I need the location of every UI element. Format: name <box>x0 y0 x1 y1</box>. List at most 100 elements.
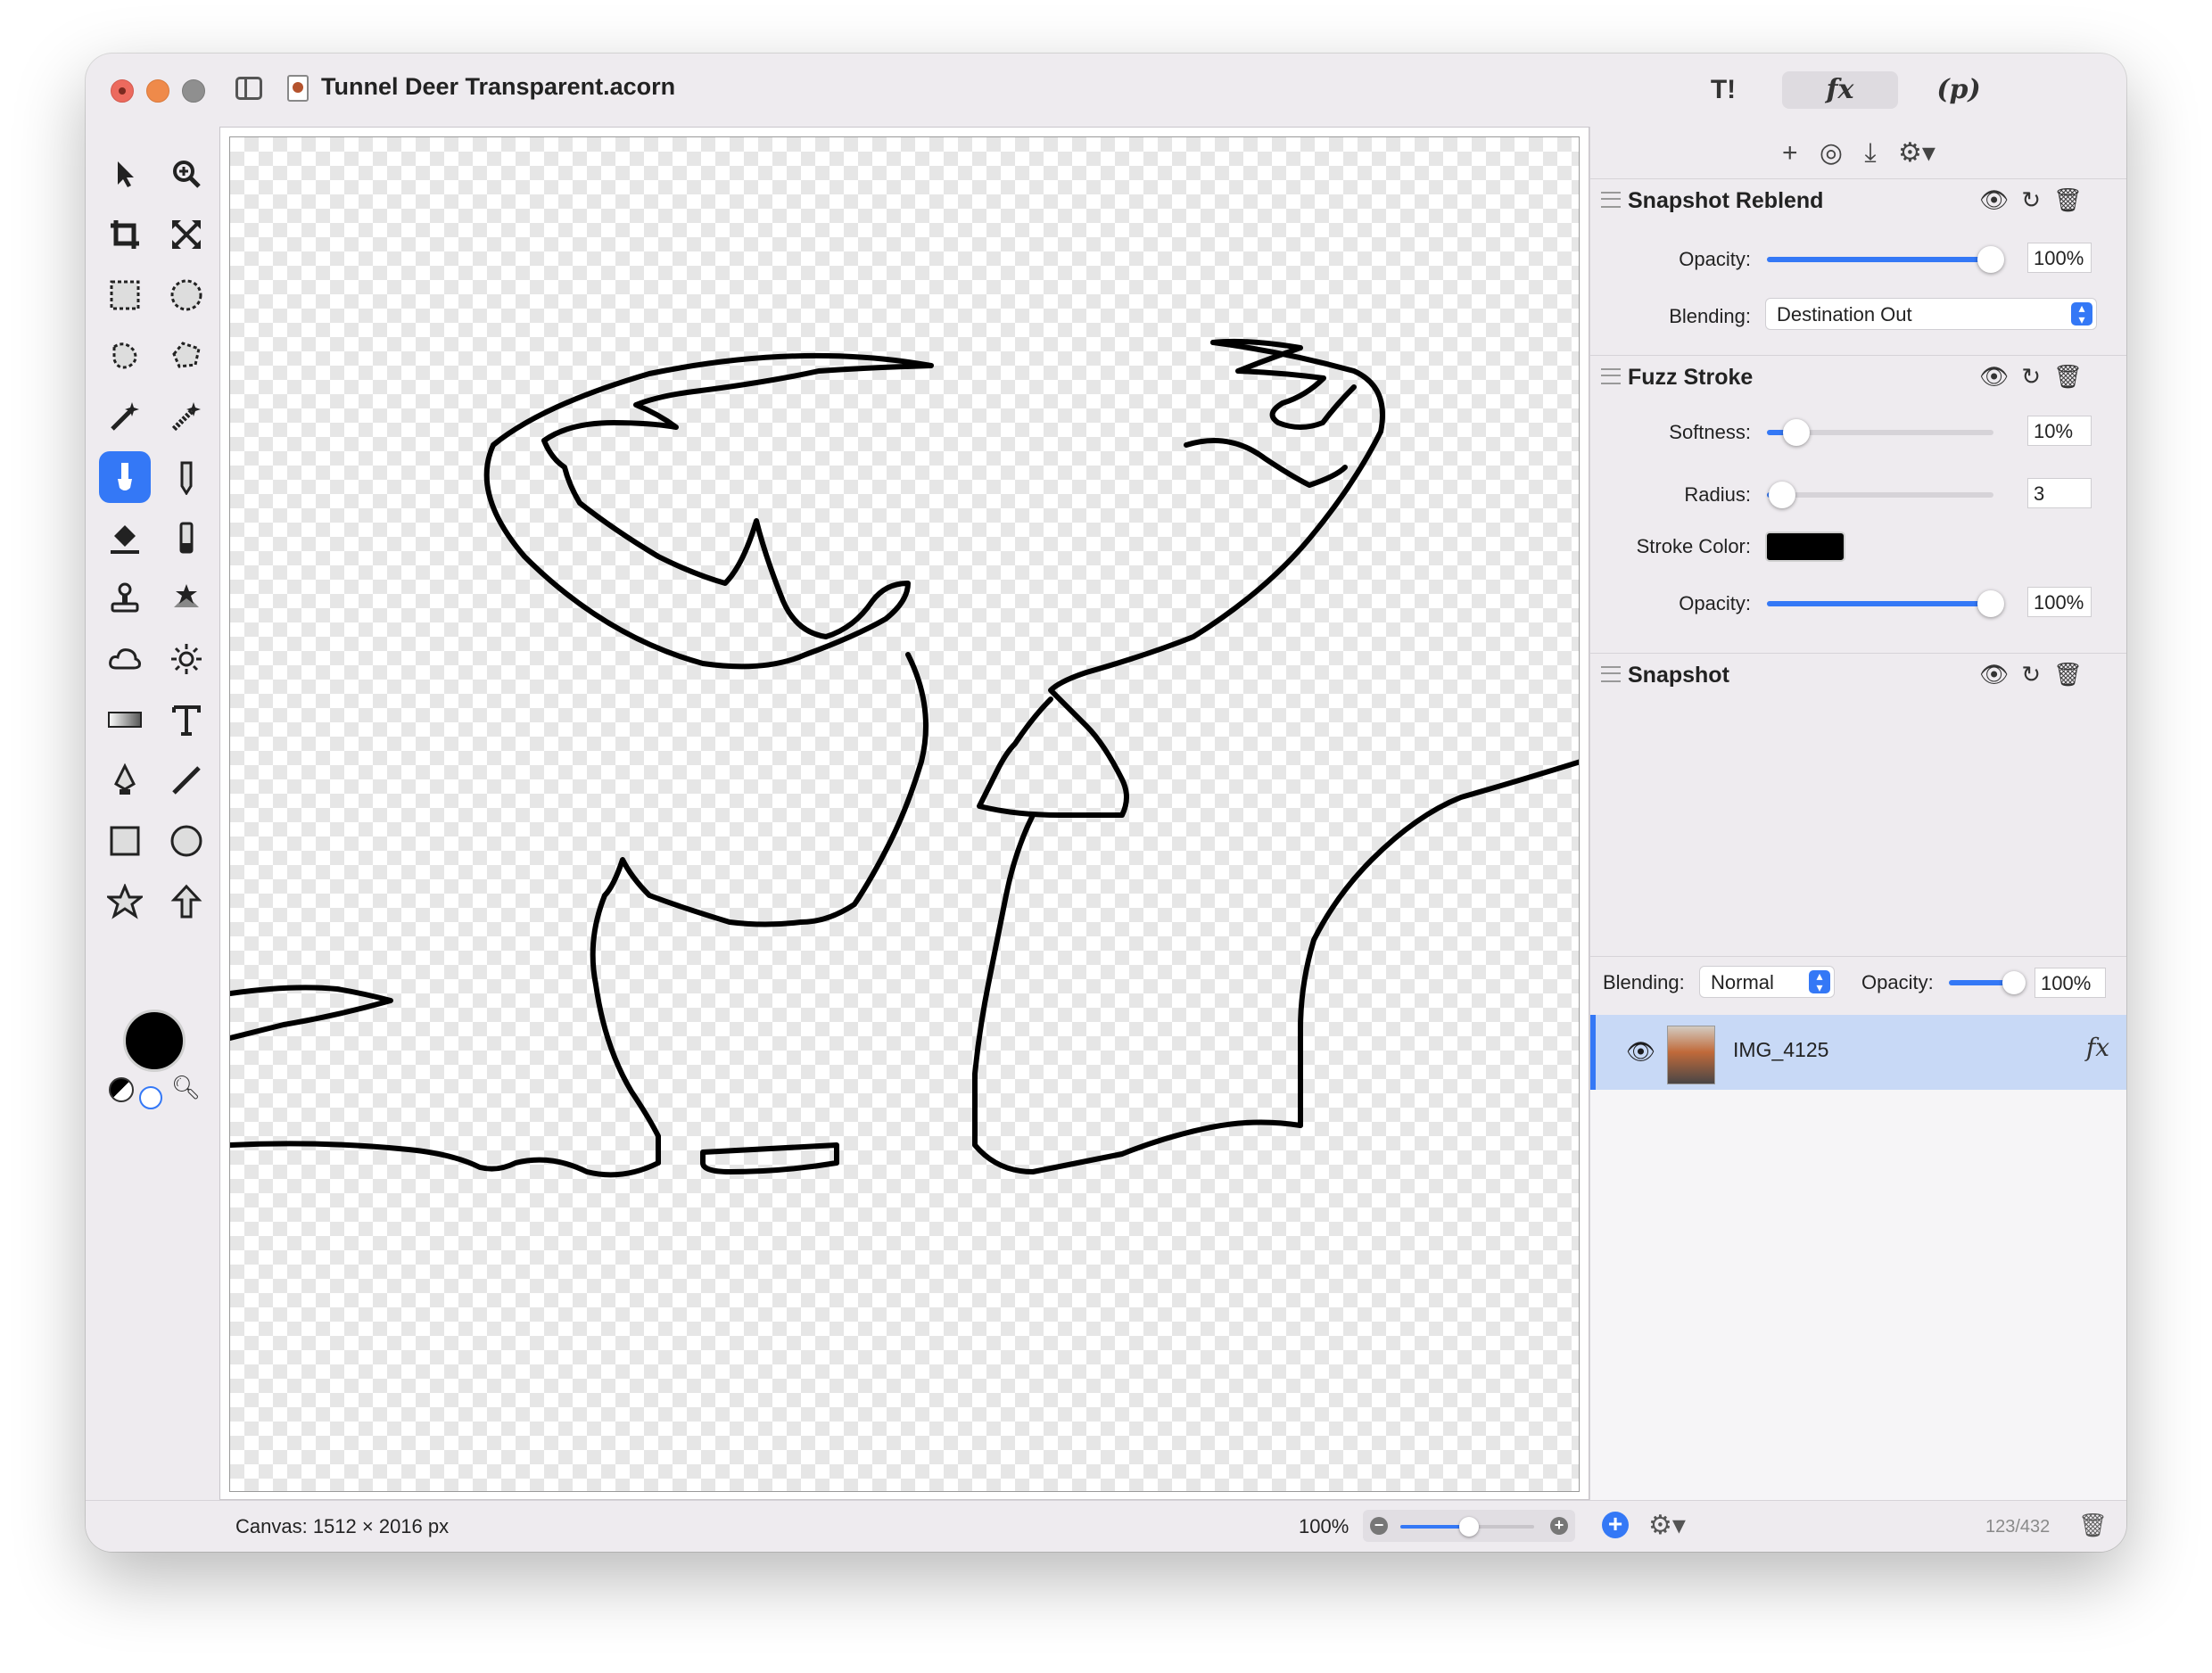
oval-shape-button[interactable] <box>161 815 212 867</box>
radius-slider[interactable] <box>1767 482 1993 508</box>
softness-slider[interactable] <box>1767 419 1993 446</box>
opacity-label: Opacity: <box>1679 592 1751 614</box>
line-tool-button[interactable] <box>161 754 212 806</box>
window-title: Tunnel Deer Transparent.acorn <box>321 73 676 100</box>
background-color-well[interactable] <box>139 1086 162 1109</box>
trash-icon[interactable]: 🗑︎ <box>2053 186 2083 213</box>
layer-blending-select[interactable]: Normal ▴ ▾ <box>1699 966 1835 998</box>
magnifier-icon[interactable]: 🔍︎ <box>171 1074 201 1101</box>
softness-field[interactable]: 10% <box>2027 416 2092 446</box>
swap-colors-icon[interactable] <box>109 1077 134 1102</box>
arrow-shape-button[interactable] <box>161 876 212 927</box>
instant-alpha-button[interactable] <box>161 391 212 442</box>
delete-layer-icon[interactable]: 🗑︎ <box>2078 1512 2108 1539</box>
softness-slider-knob[interactable] <box>1783 419 1810 446</box>
image-canvas[interactable] <box>229 136 1580 1492</box>
text-tool-button[interactable] <box>161 694 212 746</box>
stroke-opacity-field[interactable]: 100% <box>2027 587 2092 617</box>
filters-tab[interactable]: fx <box>1782 71 1898 109</box>
arrow-tool-button[interactable] <box>99 148 151 200</box>
layer-opacity-slider-knob[interactable] <box>2002 971 2026 994</box>
layer-list <box>1590 1090 2126 1500</box>
rect-select-button[interactable] <box>99 269 151 321</box>
zoom-tool-icon <box>173 161 201 188</box>
trash-icon[interactable]: 🗑︎ <box>2053 363 2083 390</box>
pencil-tool-button[interactable] <box>161 451 212 503</box>
ellipse-select-icon <box>170 279 202 311</box>
radius-slider-knob[interactable] <box>1769 482 1795 508</box>
drag-handle-icon[interactable] <box>1601 192 1621 208</box>
close-window-button[interactable] <box>111 79 134 103</box>
pen-tool-button[interactable] <box>99 754 151 806</box>
polygon-lasso-button[interactable] <box>161 330 212 382</box>
dodge-button[interactable] <box>161 633 212 685</box>
canvas-area[interactable] <box>219 127 1589 1500</box>
zoom-slider-fill <box>1400 1525 1467 1529</box>
brush-tool-button[interactable] <box>99 451 151 503</box>
smudge-button[interactable] <box>161 573 212 624</box>
reset-icon[interactable]: ↻ <box>2021 661 2041 688</box>
stroke-opacity-slider[interactable] <box>1767 590 2004 617</box>
reset-icon[interactable]: ↻ <box>2021 186 2041 213</box>
lasso-button[interactable] <box>99 330 151 382</box>
layer-opacity-slider[interactable] <box>1949 971 2026 994</box>
blending-select[interactable]: Destination Out ▴ ▾ <box>1765 298 2097 330</box>
properties-tab[interactable]: (p) <box>1923 71 1994 109</box>
add-layer-button[interactable]: + <box>1602 1512 1629 1538</box>
zoom-control: − + <box>1363 1510 1575 1542</box>
add-filter-icon[interactable]: + <box>1782 138 1798 169</box>
burn-button[interactable] <box>99 633 151 685</box>
zoom-tool-button[interactable] <box>161 148 212 200</box>
title-bar: Tunnel Deer Transparent.acorn T! fx (p) <box>86 54 2126 127</box>
layer-fx-icon[interactable]: fx <box>2086 1033 2109 1062</box>
ellipse-select-button[interactable] <box>161 269 212 321</box>
layer-thumbnail <box>1667 1026 1715 1084</box>
rect-shape-button[interactable] <box>99 815 151 867</box>
minimize-window-button[interactable] <box>146 79 169 103</box>
zoom-slider-knob[interactable] <box>1459 1517 1479 1537</box>
sidebar-toggle-icon[interactable] <box>235 77 262 100</box>
layer-gear-icon[interactable]: ⚙▾ <box>1648 1510 1686 1541</box>
zoom-out-button[interactable]: − <box>1370 1517 1388 1535</box>
drag-handle-icon[interactable] <box>1601 666 1621 682</box>
gear-icon[interactable]: ⚙▾ <box>1898 137 1936 169</box>
eye-icon[interactable]: 👁︎ <box>1626 1038 1655 1066</box>
download-icon[interactable]: ⤓ <box>1864 138 1876 169</box>
reset-icon[interactable]: ↻ <box>2021 363 2041 390</box>
deer-outline-drawing <box>230 338 1579 1178</box>
zoom-in-button[interactable]: + <box>1550 1517 1568 1535</box>
filter-snapshot-reblend: Snapshot Reblend 👁︎ ↻ 🗑︎ <box>1590 178 2126 224</box>
eye-icon[interactable]: 👁︎ <box>1979 186 2009 213</box>
zoom-window-button[interactable] <box>182 79 205 103</box>
eraser-icon <box>179 522 194 554</box>
filter-preset-icon[interactable]: ◎ <box>1820 137 1843 169</box>
trash-icon[interactable]: 🗑︎ <box>2053 661 2083 688</box>
opacity-slider-knob[interactable] <box>1977 246 2004 273</box>
stroke-color-label: Stroke Color: <box>1636 535 1751 557</box>
crop-tool-button[interactable] <box>99 209 151 260</box>
opacity-field[interactable]: 100% <box>2027 243 2092 273</box>
radius-field[interactable]: 3 <box>2027 478 2092 508</box>
opacity-slider[interactable] <box>1767 246 2004 273</box>
tool-inspector-tab[interactable]: T! <box>1696 71 1750 109</box>
stroke-opacity-slider-knob[interactable] <box>1977 590 2004 617</box>
paint-bucket-button[interactable] <box>99 512 151 564</box>
eye-icon[interactable]: 👁︎ <box>1979 661 2009 688</box>
magic-wand-button[interactable] <box>99 391 151 442</box>
cloud-icon <box>109 648 141 670</box>
document-icon <box>287 75 309 102</box>
foreground-color-well[interactable] <box>123 1010 186 1072</box>
resize-tool-button[interactable] <box>161 209 212 260</box>
layer-row[interactable]: 👁︎ IMG_4125 fx <box>1590 1015 2126 1090</box>
layer-opacity-field[interactable]: 100% <box>2035 968 2106 998</box>
status-bar: Canvas: 1512 × 2016 px 100% − + + ⚙▾ 123… <box>86 1500 2126 1552</box>
stamp-button[interactable] <box>99 573 151 624</box>
star-shape-button[interactable] <box>99 876 151 927</box>
eye-icon[interactable]: 👁︎ <box>1979 363 2009 390</box>
rect-select-icon <box>110 280 140 310</box>
gradient-button[interactable] <box>99 694 151 746</box>
stroke-color-well[interactable] <box>1765 532 1845 562</box>
filter-title: Snapshot <box>1628 663 1729 688</box>
eraser-button[interactable] <box>161 512 212 564</box>
drag-handle-icon[interactable] <box>1601 368 1621 384</box>
